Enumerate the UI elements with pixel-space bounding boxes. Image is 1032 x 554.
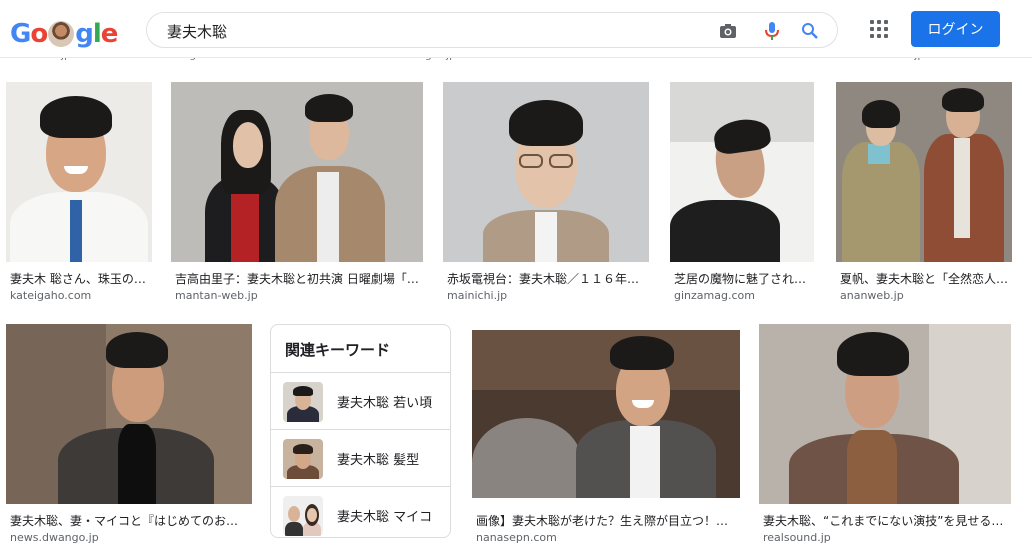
result-source: mainichi.jp <box>447 289 508 302</box>
result-caption: 妻夫木聡、妻・マイコと『はじめてのお… <box>10 514 239 528</box>
result-image[interactable] <box>6 82 152 262</box>
camera-icon[interactable] <box>717 20 739 42</box>
result-source: realsound.jp <box>763 531 831 544</box>
google-logo[interactable]: Gogle <box>10 18 118 50</box>
related-label: 妻夫木聡 若い頃 <box>337 396 433 411</box>
related-label: 妻夫木聡 髪型 <box>337 453 420 468</box>
related-item[interactable]: 妻夫木聡 マイコ <box>271 486 450 537</box>
image-result[interactable]: 画像】妻夫木聡が老けた？生え際が目立つ！… nanasepn.com <box>472 330 740 546</box>
image-result[interactable]: 妻夫木聡、“これまでにない演技”を見せる… realsound.jp <box>759 324 1011 546</box>
result-caption: 夏帆、妻夫木聡と「全然恋人… <box>840 272 1009 286</box>
result-caption: 吉高由里子：妻夫木聡と初共演 日曜劇場「… <box>175 272 419 286</box>
result-source: news.dwango.jp <box>10 531 99 544</box>
related-thumb <box>283 382 323 422</box>
result-image[interactable] <box>443 82 649 262</box>
result-source: ananweb.jp <box>840 289 904 302</box>
result-caption: 芝居の魔物に魅了され… <box>674 272 807 286</box>
image-result[interactable]: 吉高由里子：妻夫木聡と初共演 日曜劇場「… mantan-web.jp <box>171 82 423 304</box>
doodle-icon <box>48 21 75 47</box>
related-keywords-panel: 関連キーワード 妻夫木聡 若い頃 妻夫木聡 髪型 妻夫木聡 マイコ <box>270 324 451 538</box>
image-result[interactable]: 赤坂電視台：妻夫木聡／１１６年… mainichi.jp <box>443 82 649 304</box>
related-label: 妻夫木聡 マイコ <box>337 510 433 525</box>
result-source: kateigaho.com <box>10 289 92 302</box>
result-image[interactable] <box>759 324 1011 504</box>
result-source: mantan-web.jp <box>175 289 258 302</box>
microphone-icon[interactable] <box>761 20 783 42</box>
related-thumb <box>283 496 323 536</box>
search-icon[interactable] <box>799 20 821 42</box>
image-result[interactable]: 芝居の魔物に魅了され… ginzamag.com <box>670 82 814 304</box>
related-thumb <box>283 439 323 479</box>
result-caption: 妻夫木 聡さん、珠玉の… <box>10 272 146 286</box>
image-result[interactable]: 妻夫木聡、妻・マイコと『はじめてのお… news.dwango.jp <box>6 324 252 546</box>
result-image[interactable] <box>6 324 252 504</box>
related-item[interactable]: 妻夫木聡 髪型 <box>271 429 450 486</box>
apps-grid-icon[interactable] <box>868 18 890 40</box>
result-source: nanasepn.com <box>476 531 557 544</box>
result-image[interactable] <box>670 82 814 262</box>
result-image[interactable] <box>171 82 423 262</box>
search-box <box>146 12 838 48</box>
result-source: ginzamag.com <box>674 289 755 302</box>
related-item[interactable]: 妻夫木聡 若い頃 <box>271 372 450 429</box>
result-caption: 赤坂電視台：妻夫木聡／１１６年… <box>447 272 640 286</box>
related-title: 関連キーワード <box>285 341 391 359</box>
search-input[interactable] <box>167 20 707 42</box>
result-caption: 画像】妻夫木聡が老けた？生え際が目立つ！… <box>476 514 729 528</box>
result-caption: 妻夫木聡、“これまでにない演技”を見せる… <box>763 514 1004 528</box>
result-image[interactable] <box>472 330 740 498</box>
image-result[interactable]: 妻夫木 聡さん、珠玉の… kateigaho.com <box>6 82 152 304</box>
image-result[interactable]: 夏帆、妻夫木聡と「全然恋人… ananweb.jp <box>836 82 1012 304</box>
top-bar: Gogle ログイン <box>0 0 1032 58</box>
result-image[interactable] <box>836 82 1012 262</box>
login-button[interactable]: ログイン <box>911 11 1000 47</box>
